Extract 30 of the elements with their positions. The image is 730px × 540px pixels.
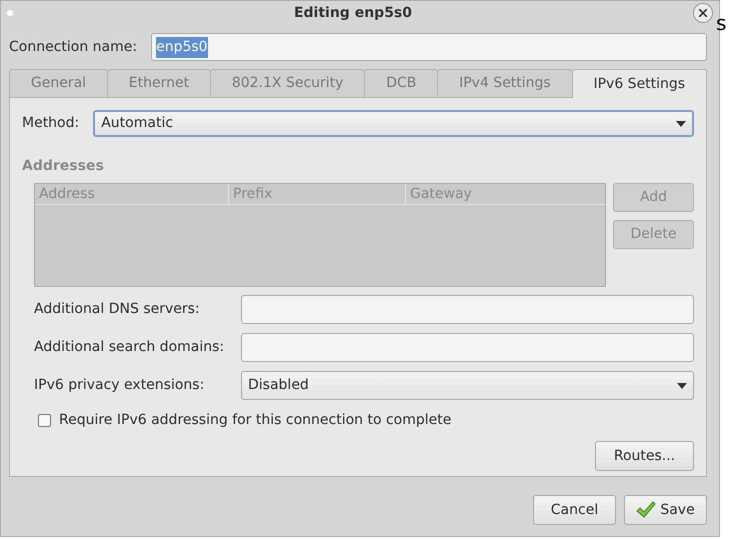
connection-name-value: enp5s0	[156, 36, 208, 58]
checkbox[interactable]	[38, 414, 51, 427]
tab[interactable]: General	[9, 69, 108, 98]
save-button[interactable]: Save	[624, 495, 707, 525]
input-field[interactable]	[241, 295, 694, 324]
dropdown-caret-icon	[676, 120, 686, 126]
method-label: Method:	[22, 114, 80, 133]
connection-name-field[interactable]: enp5s0	[151, 33, 707, 61]
checkmark-icon	[636, 501, 656, 519]
checkbox-label: Require IPv6 addressing for this connection to complete	[59, 411, 452, 430]
cancel-button[interactable]: Cancel	[533, 495, 616, 525]
close-button[interactable]	[692, 3, 713, 23]
field-label: IPv6 privacy extensions:	[34, 376, 206, 395]
routes-button[interactable]: Routes...	[595, 441, 694, 471]
tab[interactable]: Ethernet	[106, 69, 211, 98]
tab[interactable]: IPv6 Settings	[572, 69, 707, 98]
addresses-heading: Addresses	[22, 157, 105, 176]
close-icon	[698, 9, 707, 17]
background-text: s	[716, 10, 726, 37]
dropdown[interactable]: Automatic	[93, 110, 694, 137]
field-label: Additional search domains:	[34, 338, 226, 357]
window-title: Editing enp5s0	[294, 4, 412, 22]
dropdown[interactable]: Disabled	[241, 371, 694, 400]
field-label: Additional DNS servers:	[34, 300, 201, 319]
tab[interactable]: DCB	[364, 69, 438, 98]
input-field[interactable]	[241, 333, 694, 362]
tab[interactable]: 802.1X Security	[210, 69, 366, 98]
tab[interactable]: IPv4 Settings	[437, 69, 573, 98]
dropdown-caret-icon	[677, 382, 687, 388]
connection-name-label: Connection name:	[9, 38, 138, 56]
